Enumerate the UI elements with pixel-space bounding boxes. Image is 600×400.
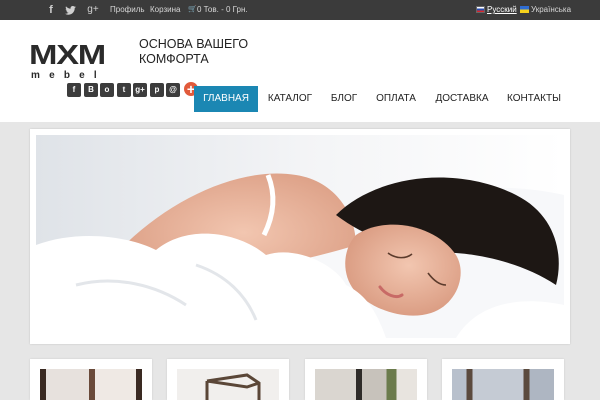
sleeping-woman-illustration — [36, 135, 564, 338]
nav-home[interactable]: ГЛАВНАЯ — [194, 86, 258, 112]
nav-catalog[interactable]: КАТАЛОГ — [264, 86, 316, 112]
cart-icon[interactable]: 🛒 — [188, 4, 197, 16]
site-header: MXM mebel ОСНОВА ВАШЕГО КОМФОРТА f B o t… — [0, 20, 600, 122]
facebook-icon[interactable]: f — [45, 2, 57, 18]
product-card-2[interactable] — [167, 359, 289, 400]
share-vkontakte-icon[interactable]: B — [84, 83, 98, 97]
share-odnoklassniki-icon[interactable]: o — [100, 83, 114, 97]
product-image-bunk-bed[interactable] — [40, 369, 142, 400]
cart-link[interactable]: Корзина — [150, 4, 180, 16]
product-card-1[interactable] — [30, 359, 152, 400]
twitter-icon[interactable] — [63, 2, 77, 18]
share-pinterest-icon[interactable]: p — [150, 83, 164, 97]
top-bar: f g+ Профиль Корзина 🛒 0 Тов. - 0 Грн. Р… — [0, 0, 600, 20]
google-plus-icon[interactable]: g+ — [86, 2, 100, 18]
hero-image — [36, 135, 564, 338]
profile-link[interactable]: Профиль — [110, 4, 145, 16]
cart-summary[interactable]: 0 Тов. - 0 Грн. — [197, 4, 248, 16]
logo-subtitle: mebel — [31, 70, 106, 81]
product-card-3[interactable] — [305, 359, 427, 400]
logo-wordmark: MXM — [29, 39, 106, 70]
site-slogan: ОСНОВА ВАШЕГО КОМФОРТА — [139, 37, 249, 66]
nav-contacts[interactable]: КОНТАКТЫ — [503, 86, 565, 112]
product-image-interior[interactable] — [452, 369, 554, 400]
share-google-plus-icon[interactable]: g+ — [133, 83, 147, 97]
product-card-4[interactable] — [442, 359, 564, 400]
share-email-icon[interactable]: @ — [166, 83, 180, 97]
product-image-bedroom[interactable] — [315, 369, 417, 400]
hero-slider[interactable] — [30, 129, 570, 344]
nav-blog[interactable]: БЛОГ — [326, 86, 362, 112]
russian-flag-icon — [476, 6, 485, 13]
lang-ua-link[interactable]: Українська — [531, 4, 571, 16]
share-twitter-icon[interactable]: t — [117, 83, 131, 97]
apple-icon[interactable] — [28, 2, 40, 18]
site-logo[interactable]: MXM mebel — [29, 40, 127, 86]
share-facebook-icon[interactable]: f — [67, 83, 81, 97]
lang-ru-link[interactable]: Русский — [487, 4, 517, 16]
ukrainian-flag-icon — [520, 6, 529, 13]
nav-payment[interactable]: ОПЛАТА — [372, 86, 420, 112]
nav-delivery[interactable]: ДОСТАВКА — [432, 86, 492, 112]
product-image-bed-frame[interactable] — [177, 369, 279, 400]
